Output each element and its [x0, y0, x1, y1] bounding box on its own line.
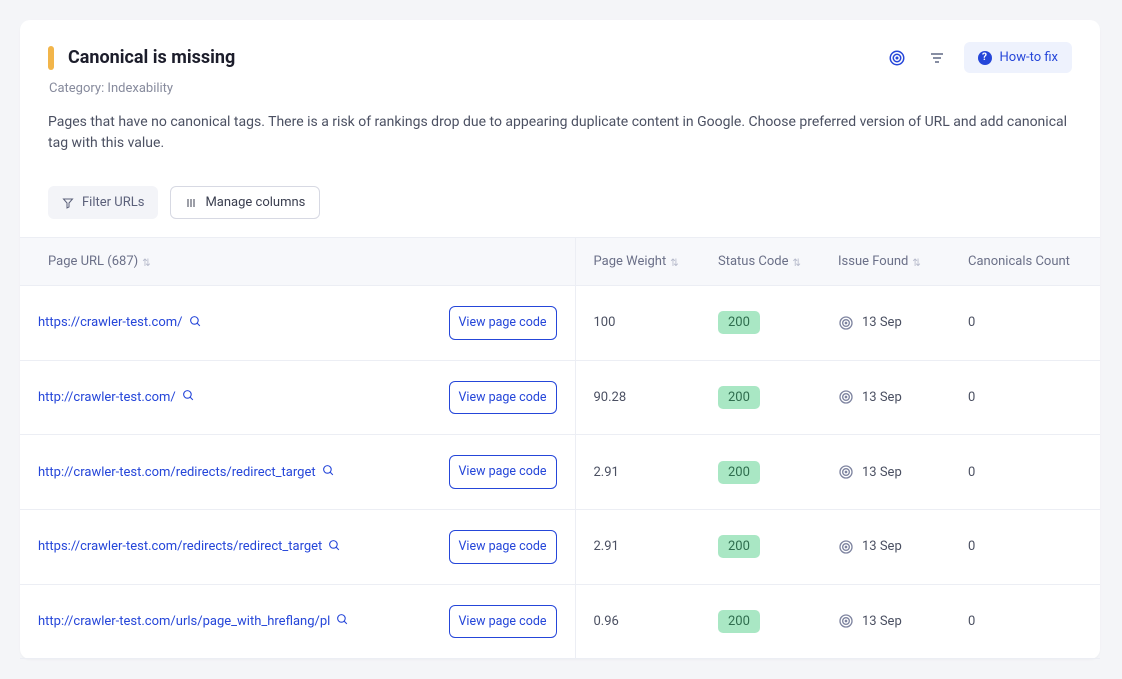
page-weight-cell: 90.28 [575, 360, 700, 435]
crawl-icon [838, 613, 854, 629]
issue-found-date: 13 Sep [862, 539, 902, 554]
inspect-icon[interactable] [328, 539, 341, 555]
col-url[interactable]: Page URL (687)⇅ [20, 238, 575, 286]
manage-columns-label: Manage columns [205, 195, 305, 210]
issue-found-date: 13 Sep [862, 390, 902, 405]
how-to-fix-button[interactable]: ? How-to fix [964, 42, 1072, 73]
table-row: https://crawler-test.com/View page code 1… [20, 286, 1100, 361]
view-page-code-button[interactable]: View page code [449, 306, 557, 340]
canonicals-count-cell: 0 [950, 435, 1100, 510]
target-icon-button[interactable] [884, 45, 910, 71]
status-badge: 200 [718, 610, 760, 633]
col-issue-found[interactable]: Issue Found⇅ [820, 238, 950, 286]
filter-urls-label: Filter URLs [82, 195, 144, 210]
page-url-link[interactable]: http://crawler-test.com/urls/page_with_h… [38, 614, 330, 629]
toolbar: Filter URLs Manage columns [48, 186, 1072, 237]
inspect-icon[interactable] [182, 389, 195, 405]
description-text: Pages that have no canonical tags. There… [48, 112, 1068, 154]
sort-icon: ⇅ [793, 260, 801, 268]
status-badge: 200 [718, 311, 760, 334]
sort-icon: ⇅ [142, 260, 150, 268]
issue-card: Canonical is missing ? How-to fix [20, 20, 1100, 659]
canonicals-count-cell: 0 [950, 584, 1100, 659]
sort-icon-button[interactable] [924, 45, 950, 71]
canonicals-count-cell: 0 [950, 509, 1100, 584]
crawl-icon [838, 389, 854, 405]
page-url-link[interactable]: https://crawler-test.com/ [38, 315, 183, 330]
accent-bar [48, 46, 54, 70]
results-table: Page URL (687)⇅ Page Weight⇅ Status Code… [20, 237, 1100, 659]
col-status[interactable]: Status Code⇅ [700, 238, 820, 286]
status-badge: 200 [718, 535, 760, 558]
crawl-icon [838, 539, 854, 555]
page-url-link[interactable]: https://crawler-test.com/redirects/redir… [38, 539, 322, 554]
header-actions: ? How-to fix [884, 42, 1072, 73]
view-page-code-button[interactable]: View page code [449, 605, 557, 639]
table-row: http://crawler-test.com/View page code 90… [20, 360, 1100, 435]
inspect-icon[interactable] [189, 315, 202, 331]
page-url-link[interactable]: http://crawler-test.com/redirects/redire… [38, 465, 316, 480]
page-title: Canonical is missing [68, 47, 235, 68]
issue-found-date: 13 Sep [862, 315, 902, 330]
status-badge: 200 [718, 461, 760, 484]
filter-icon [62, 197, 74, 209]
col-canonicals[interactable]: Canonicals Count [950, 238, 1100, 286]
manage-columns-button[interactable]: Manage columns [170, 186, 320, 219]
sort-icon: ⇅ [670, 260, 678, 268]
inspect-icon[interactable] [336, 613, 349, 629]
view-page-code-button[interactable]: View page code [449, 530, 557, 564]
filter-urls-button[interactable]: Filter URLs [48, 186, 158, 219]
page-weight-cell: 2.91 [575, 435, 700, 510]
page-url-link[interactable]: http://crawler-test.com/ [38, 390, 176, 405]
columns-icon [185, 197, 197, 209]
col-weight[interactable]: Page Weight⇅ [575, 238, 700, 286]
table-row: http://crawler-test.com/urls/page_with_h… [20, 584, 1100, 659]
page-weight-cell: 0.96 [575, 584, 700, 659]
how-to-fix-label: How-to fix [1000, 50, 1058, 65]
issue-found-date: 13 Sep [862, 465, 902, 480]
table-row: http://crawler-test.com/redirects/redire… [20, 435, 1100, 510]
page-weight-cell: 2.91 [575, 509, 700, 584]
card-header: Canonical is missing ? How-to fix [48, 42, 1072, 73]
view-page-code-button[interactable]: View page code [449, 381, 557, 415]
canonicals-count-cell: 0 [950, 360, 1100, 435]
issue-found-date: 13 Sep [862, 614, 902, 629]
canonicals-count-cell: 0 [950, 286, 1100, 361]
page-weight-cell: 100 [575, 286, 700, 361]
category-label: Category: Indexability [49, 81, 1072, 96]
view-page-code-button[interactable]: View page code [449, 455, 557, 489]
help-icon: ? [978, 51, 992, 65]
table-row: https://crawler-test.com/redirects/redir… [20, 509, 1100, 584]
crawl-icon [838, 464, 854, 480]
crawl-icon [838, 315, 854, 331]
inspect-icon[interactable] [322, 464, 335, 480]
sort-icon: ⇅ [912, 260, 920, 268]
status-badge: 200 [718, 386, 760, 409]
